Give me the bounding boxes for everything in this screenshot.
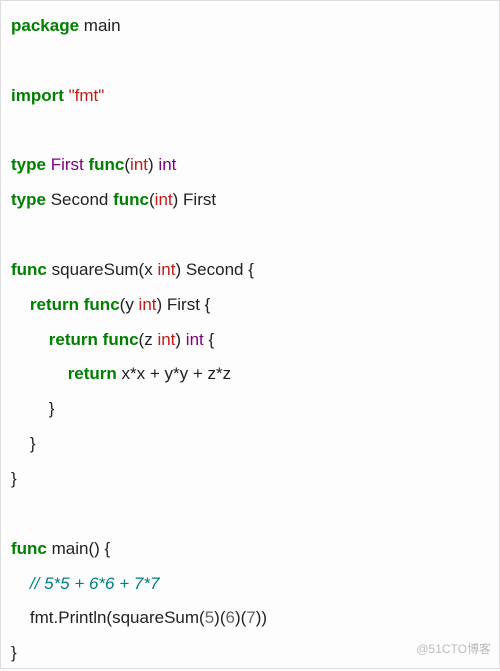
line-19: } (11, 643, 17, 662)
line-9: return func(y int) First { (11, 295, 210, 314)
num-7: 7 (246, 608, 255, 627)
comment: // 5*5 + 6*6 + 7*7 (30, 574, 160, 593)
line-14: } (11, 469, 17, 488)
keyword-return: return (49, 330, 98, 349)
package-name: main (84, 16, 121, 35)
keyword-return: return (68, 364, 117, 383)
watermark: @51CTO博客 (416, 637, 491, 662)
keyword-func: func (11, 539, 47, 558)
keyword-return: return (30, 295, 79, 314)
go-source-code: package main import "fmt" type First fun… (11, 9, 489, 671)
line-6: type Second func(int) First (11, 190, 216, 209)
type-int: int (155, 190, 173, 209)
keyword-func: func (113, 190, 149, 209)
type-int: int (139, 295, 157, 314)
line-5: type First func(int) int (11, 155, 176, 174)
keyword-type: type (11, 155, 46, 174)
call-right: )) (256, 608, 267, 627)
keyword-func: func (103, 330, 139, 349)
import-path: "fmt" (69, 86, 105, 105)
line-18: fmt.Println(squareSum(5)(6)(7)) (11, 608, 267, 627)
keyword-func: func (84, 295, 120, 314)
keyword-func: func (11, 260, 47, 279)
return-type-first: First (183, 190, 216, 209)
line-3: import "fmt" (11, 86, 104, 105)
type-int: int (157, 260, 175, 279)
keyword-func: func (88, 155, 124, 174)
func-name: squareSum(x (52, 260, 153, 279)
line-12: } (11, 399, 54, 418)
line-13: } (11, 434, 36, 453)
line-17: // 5*5 + 6*6 + 7*7 (11, 574, 159, 593)
return-type-int: int (158, 155, 176, 174)
line-16: func main() { (11, 539, 110, 558)
sig-rest: ) Second { (175, 260, 253, 279)
func-main: main() { (52, 539, 111, 558)
keyword-type: type (11, 190, 46, 209)
keyword-import: import (11, 86, 64, 105)
type-int: int (157, 330, 175, 349)
return-type-int: int (186, 330, 204, 349)
type-name-second: Second (51, 190, 109, 209)
keyword-package: package (11, 16, 79, 35)
line-10: return func(z int) int { (11, 330, 214, 349)
line-11: return x*x + y*y + z*z (11, 364, 231, 383)
num-5: 5 (205, 608, 214, 627)
num-6: 6 (225, 608, 234, 627)
type-int: int (130, 155, 148, 174)
expression: x*x + y*y + z*z (117, 364, 231, 383)
line-1: package main (11, 16, 121, 35)
line-8: func squareSum(x int) Second { (11, 260, 254, 279)
type-name-first: First (51, 155, 84, 174)
call-left: fmt.Println(squareSum( (30, 608, 205, 627)
